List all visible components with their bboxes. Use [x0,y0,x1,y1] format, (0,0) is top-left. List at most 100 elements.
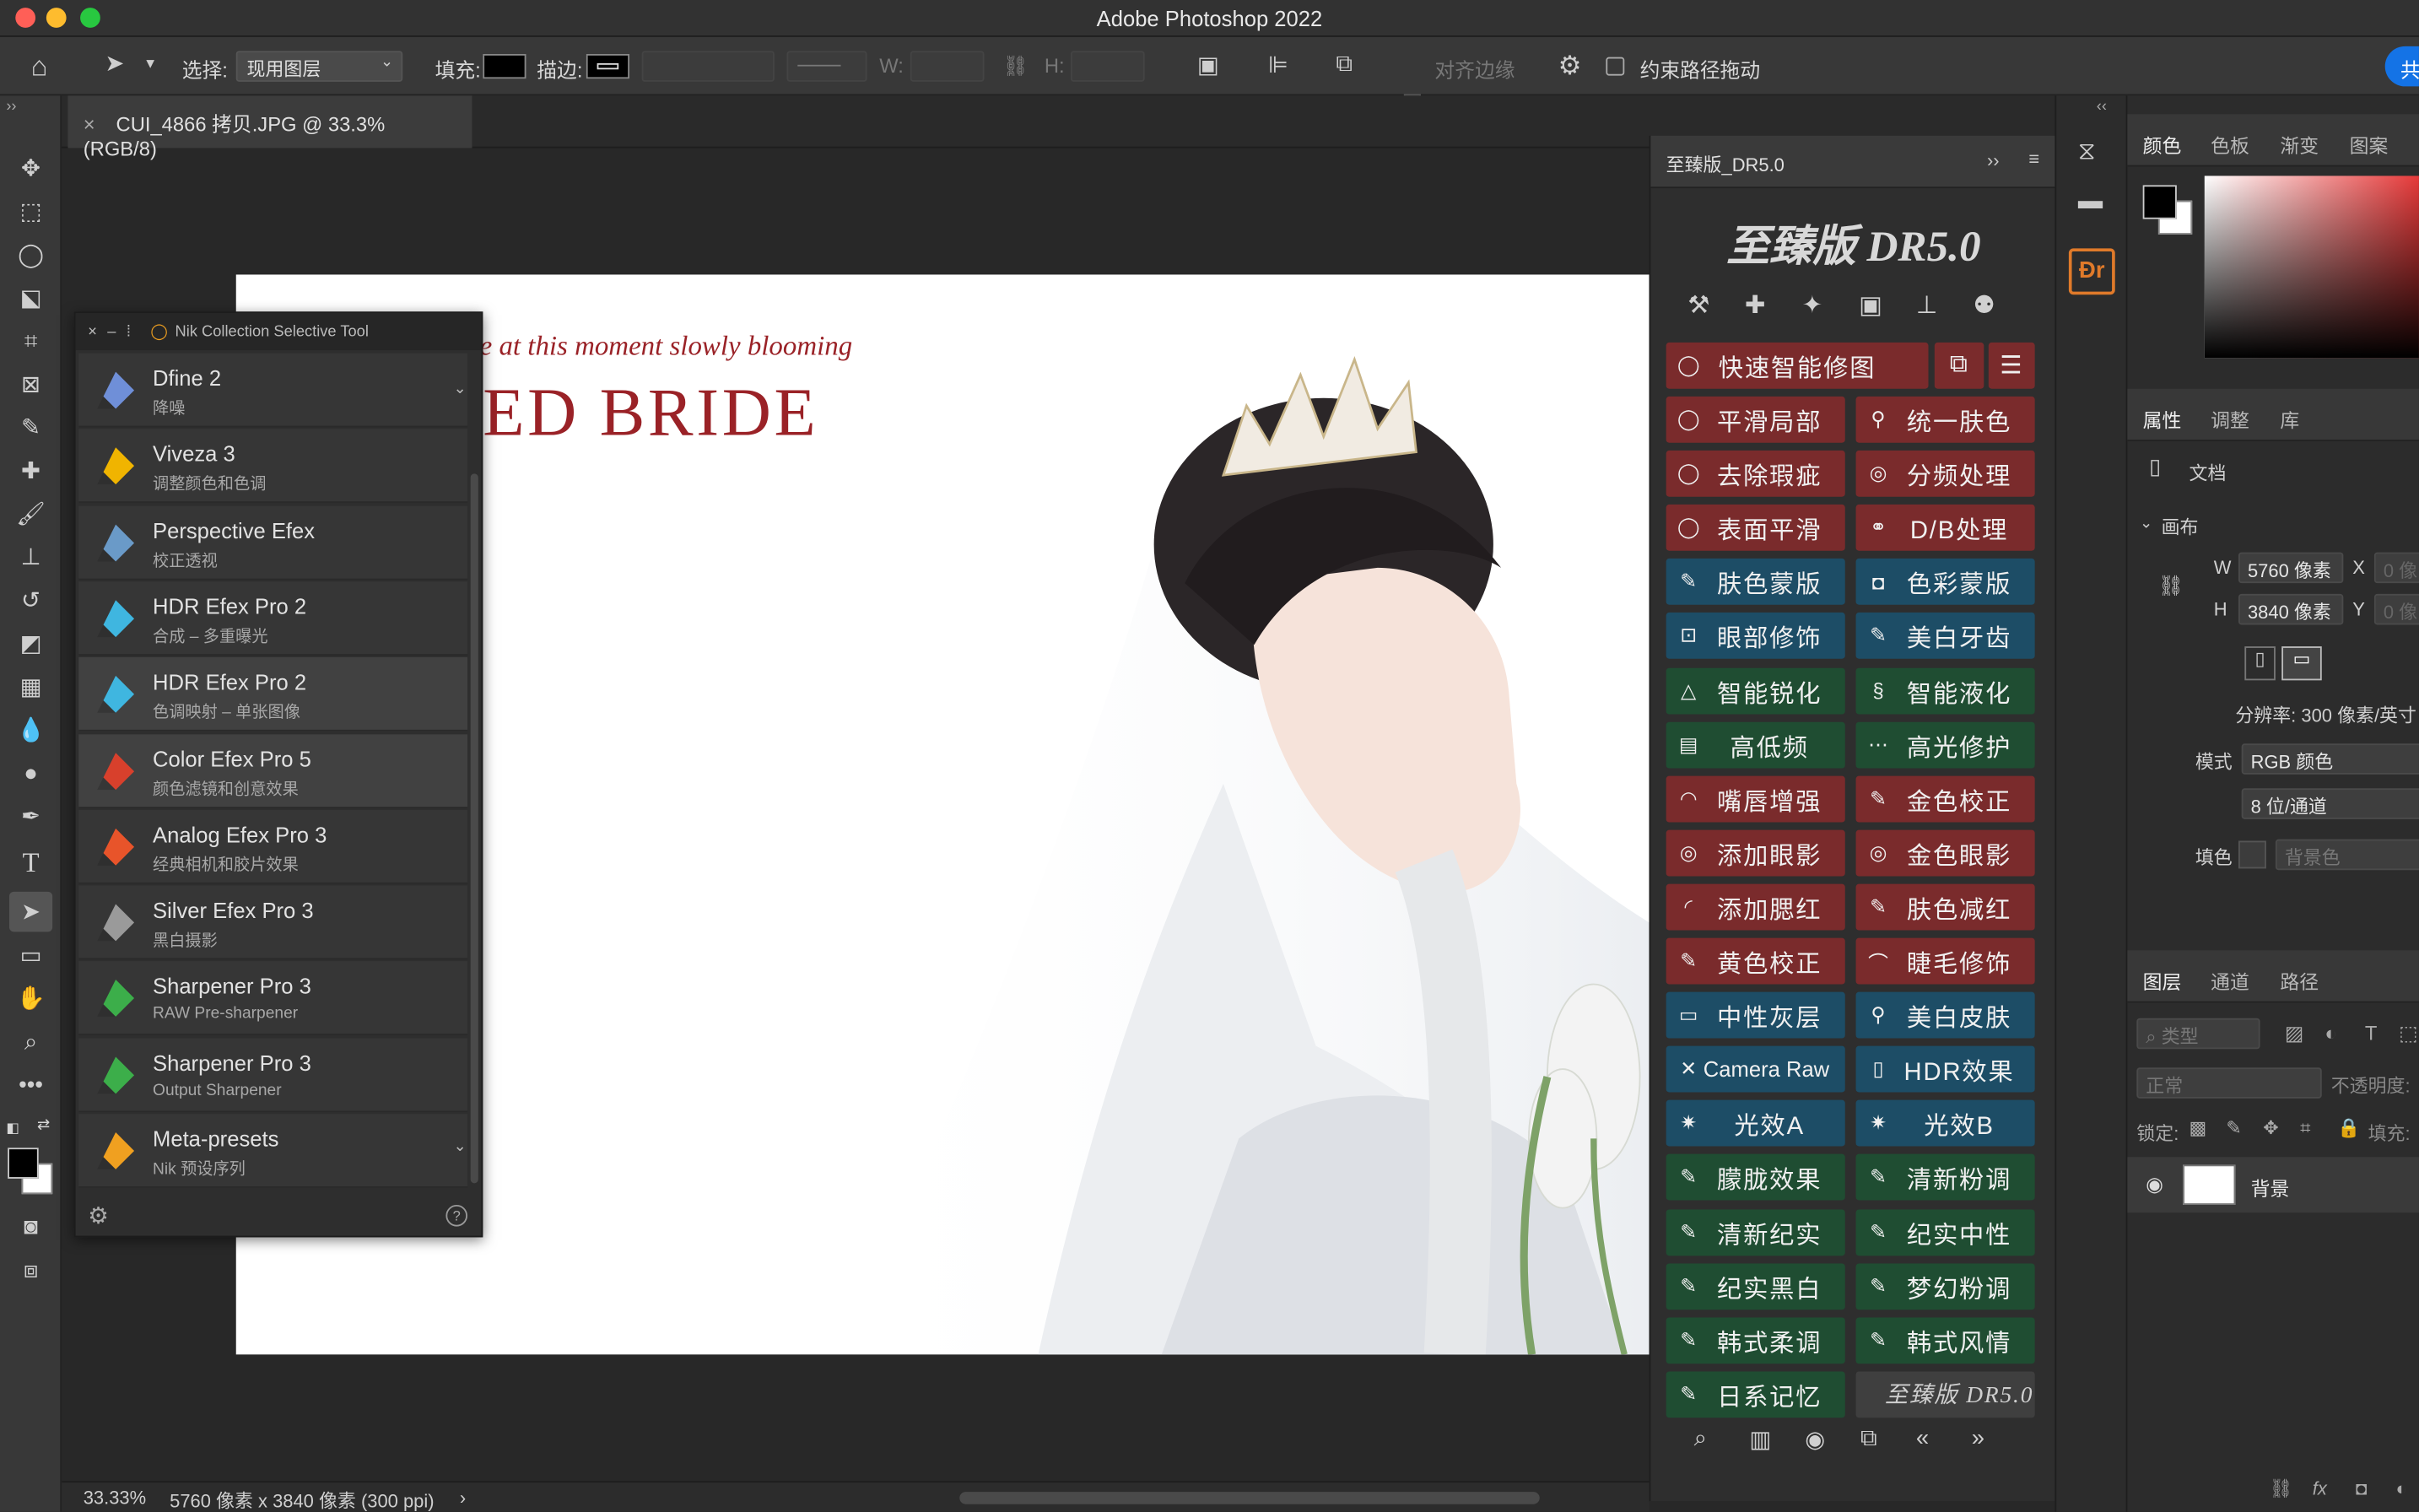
lock-position-icon[interactable]: ✥ [2263,1117,2278,1139]
minimize-icon[interactable]: – [107,324,116,341]
stroke-type-dropdown[interactable] [786,51,867,82]
dr-button-r1-c1[interactable]: ◎ 分频处理 [1855,451,2035,497]
nik-item-sharpener-output[interactable]: Sharpener Pro 3 Output Sharpener [78,1037,468,1112]
dr-button-r14-c0[interactable]: ✎ 朦胧效果 [1666,1154,1845,1202]
person-stamp-icon[interactable]: ⚉ [1974,290,1995,321]
zoom-level[interactable]: 33.33% [84,1488,146,1509]
more-tools-icon[interactable]: ••• [9,1065,52,1105]
crop-icon[interactable]: ⌗ [9,321,52,361]
nik-item-hdr-efex-multi[interactable]: HDR Efex Pro 2 合成 – 多重曝光 [78,581,468,656]
canvas-height-field[interactable]: 3840 像素 [2238,593,2344,625]
dr-button-r0-c1[interactable]: ⚲ 统一肤色 [1855,396,2035,443]
dr-button-r12-c1[interactable]: ▯ HDR效果 [1855,1045,2035,1093]
patch-icon[interactable]: ✦ [1802,290,1823,321]
move-tool-icon[interactable]: ➤ [105,52,124,75]
frame-icon[interactable]: ⊠ [9,364,52,405]
dr-button-r7-c1[interactable]: ✎ 金色校正 [1855,775,2035,822]
move-icon[interactable]: ✥ [9,148,52,189]
dr-button-r16-c0[interactable]: ✎ 纪实黑白 [1666,1262,1845,1310]
document-tab[interactable]: × CUI_4866 拷贝.JPG @ 33.3%(RGB/8) [67,95,472,160]
chip-icon[interactable]: ▣ [1859,290,1882,321]
dr-button-r14-c1[interactable]: ✎ 清新粉调 [1855,1154,2035,1202]
layer-filter-dropdown[interactable]: ⌕ 类型 [2136,1018,2260,1050]
dr-plugin-icon[interactable]: Ðr [2068,248,2115,295]
share-button[interactable]: 共 [2384,46,2419,87]
new-adjustment-icon[interactable]: ◐ [2396,1478,2407,1500]
chevron-down-icon[interactable]: ⌄ [2140,516,2152,532]
grip-icon[interactable]: ⁞ [127,324,131,341]
eye-icon[interactable]: ◉ [2146,1173,2163,1197]
panel-menu-icon[interactable]: ≡ [2028,148,2039,170]
dr-button-r4-c1[interactable]: ✎ 美白牙齿 [1855,613,2035,660]
width-field[interactable] [910,51,985,82]
stamp-icon[interactable]: ⊥ [9,537,52,577]
dr-button-r15-c1[interactable]: ✎ 纪实中性 [1855,1208,2035,1256]
blend-mode-dropdown[interactable]: 正常 [2136,1067,2322,1099]
mode-dropdown[interactable]: RGB 颜色 [2241,743,2419,775]
link-layers-icon[interactable]: ⛓ [2270,1478,2293,1500]
layers-copy-button[interactable]: ⧉ [1934,342,1984,389]
fill-color-swatch[interactable] [2238,840,2266,869]
settings-icon[interactable]: ⚙ [88,1202,109,1229]
brush-tools-icon[interactable]: ⚒ [1687,290,1709,321]
hand-icon[interactable]: ✋ [9,978,52,1018]
lasso-icon[interactable]: ◯ [9,235,52,275]
history-icon[interactable]: ⧖ [2078,139,2096,167]
dr-button-r5-c0[interactable]: △ 智能锐化 [1666,667,1845,714]
pen-icon[interactable]: ✒ [9,796,52,836]
default-colors-icon[interactable]: ◧ [6,1120,19,1137]
lock-paint-icon[interactable]: ✎ [2226,1117,2241,1139]
canvas-y-field[interactable]: 0 像 [2373,593,2419,625]
landscape-orientation-icon[interactable]: ▭ [2281,646,2322,681]
history-brush-icon[interactable]: ↺ [9,580,52,620]
bandage-icon[interactable]: ✚ [1745,290,1766,321]
add-mask-icon[interactable]: ◘ [2356,1478,2367,1500]
nik-item-perspective-efex[interactable]: Perspective Efex 校正透视 [78,505,468,580]
eyedropper-icon[interactable]: ✎ [9,408,52,448]
marquee-icon[interactable]: ⬚ [9,192,52,232]
nik-item-sharpener-raw[interactable]: Sharpener Pro 3 RAW Pre-sharpener [78,961,468,1036]
dr-button-r6-c0[interactable]: ▤ 高低频 [1666,721,1845,768]
dr-button-r18-c0[interactable]: ✎ 日系记忆 [1666,1371,1845,1418]
stroke-width-field[interactable] [641,51,775,82]
copy-icon[interactable]: ⧉ [1860,1425,1877,1451]
eye-icon[interactable]: ◉ [1805,1425,1825,1453]
quick-retouch-button[interactable]: ◯ 快速智能修图 [1666,342,1929,389]
dr-button-r9-c1[interactable]: ✎ 肤色减红 [1855,883,2035,931]
dr-button-r8-c1[interactable]: ◎ 金色眼影 [1855,829,2035,877]
nik-item-meta-presets[interactable]: Meta-presets Nik 预设序列 [78,1114,468,1188]
type-icon[interactable]: T [9,842,52,883]
chevron-left-icon[interactable]: « [1916,1425,1929,1451]
link-icon[interactable]: ⛓ [1002,56,1028,76]
dr-button-r1-c0[interactable]: ◯ 去除瑕疵 [1666,451,1845,497]
tab-color[interactable]: 颜色 [2143,130,2182,159]
dr-button-r10-c0[interactable]: ✎ 黄色校正 [1666,937,1845,985]
tab-gradients[interactable]: 渐变 [2280,130,2319,159]
path-alignment-icon[interactable]: ⊫ [1268,54,1288,77]
close-tab-icon[interactable]: × [84,112,95,135]
fg-color-chip[interactable] [2142,185,2177,219]
search-icon[interactable]: ⌕ [1694,1425,1707,1451]
dr-button-r10-c1[interactable]: ⌒ 睫毛修饰 [1855,937,2035,985]
dr-button-r2-c1[interactable]: ⚭ D/B处理 [1855,505,2035,552]
screen-mode-icon[interactable]: ⧈ [9,1250,52,1290]
dr-button-r15-c0[interactable]: ✎ 清新纪实 [1666,1208,1845,1256]
dr5-panel-tab[interactable]: 至臻版_DR5.0 ›› ≡ [1650,135,2057,189]
eraser-icon[interactable]: ◩ [9,624,52,664]
dr-button-r6-c1[interactable]: ⋯ 高光修护 [1855,721,2035,768]
height-field[interactable] [1070,51,1145,82]
dr-button-r3-c1[interactable]: ◘ 色彩蒙版 [1855,559,2035,606]
tab-paths[interactable]: 路径 [2280,966,2319,996]
dr-button-r11-c0[interactable]: ▭ 中性灰层 [1666,991,1845,1039]
swap-colors-icon[interactable]: ⇄ [37,1117,50,1134]
tab-libraries[interactable]: 库 [2280,404,2299,434]
fx-icon[interactable]: fx [2313,1478,2327,1500]
path-operations-icon[interactable]: ▣ [1197,54,1219,77]
path-select-icon[interactable]: ➤ [8,891,53,932]
dr-button-r17-c0[interactable]: ✎ 韩式柔调 [1666,1316,1845,1364]
dr-button-r4-c0[interactable]: ⊡ 眼部修饰 [1666,613,1845,660]
collapse-toolbar-icon[interactable]: ›› [6,99,16,116]
dr-button-r2-c0[interactable]: ◯ 表面平滑 [1666,505,1845,552]
chevron-down-icon[interactable]: ⌄ [454,381,467,398]
object-select-icon[interactable]: ⬕ [9,278,52,318]
